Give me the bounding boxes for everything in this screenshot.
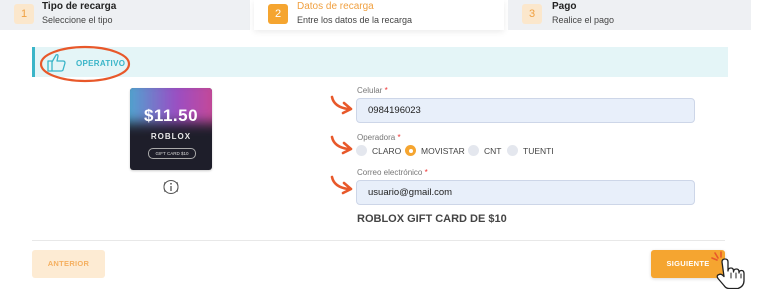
- step-number: 1: [14, 4, 34, 24]
- arrow-annotation-phone: [330, 95, 353, 115]
- step-title: Datos de recarga: [297, 1, 374, 12]
- status-bar: [32, 47, 728, 77]
- step-tipo-de-recarga[interactable]: 1 Tipo de recarga Seleccione el tipo: [0, 0, 250, 30]
- email-label: Correo electrónico *: [357, 168, 428, 177]
- product-name: ROBLOX GIFT CARD DE $10: [357, 213, 507, 225]
- step-title: Tipo de recarga: [42, 1, 117, 12]
- arrow-annotation-email: [330, 175, 353, 195]
- pointer-hand-icon: [711, 251, 745, 289]
- step-datos-de-recarga[interactable]: 2 Datos de recarga Entre los datos de la…: [254, 0, 504, 30]
- previous-button[interactable]: ANTERIOR: [32, 250, 105, 278]
- phone-input[interactable]: 0984196023: [356, 98, 695, 123]
- radio-claro[interactable]: [356, 145, 367, 156]
- step-title: Pago: [552, 1, 577, 12]
- radio-label-cnt: CNT: [484, 146, 502, 156]
- radio-label-movistar: MOVISTAR: [421, 146, 465, 156]
- step-pago[interactable]: 3 Pago Realice el pago: [508, 0, 751, 30]
- gift-card-label: GIFT CARD $10: [148, 148, 196, 159]
- radio-tuenti[interactable]: [507, 145, 518, 156]
- gift-card-brand: ROBLOX: [150, 132, 192, 141]
- gift-card-amount: $11.50: [143, 106, 199, 125]
- gift-card-image: $11.50 ROBLOX GIFT CARD $10: [130, 88, 212, 170]
- phone-label: Celular *: [357, 86, 388, 95]
- info-icon[interactable]: [162, 179, 180, 195]
- step-number: 3: [522, 4, 542, 24]
- radio-label-claro: CLARO: [372, 146, 402, 156]
- operator-label: Operadora *: [357, 133, 401, 142]
- email-input[interactable]: usuario@gmail.com: [356, 180, 695, 205]
- step-number: 2: [268, 4, 288, 24]
- radio-label-tuenti: TUENTI: [523, 146, 554, 156]
- highlight-circle-annotation: [39, 45, 131, 83]
- arrow-annotation-operator: [330, 135, 353, 155]
- step-subtitle: Realice el pago: [552, 15, 615, 25]
- radio-cnt[interactable]: [468, 145, 479, 156]
- divider: [32, 240, 725, 241]
- stepper: 1 Tipo de recarga Seleccione el tipo 2 D…: [0, 0, 768, 30]
- radio-movistar[interactable]: [405, 145, 416, 156]
- step-subtitle: Entre los datos de la recarga: [297, 15, 413, 25]
- step-subtitle: Seleccione el tipo: [42, 15, 113, 25]
